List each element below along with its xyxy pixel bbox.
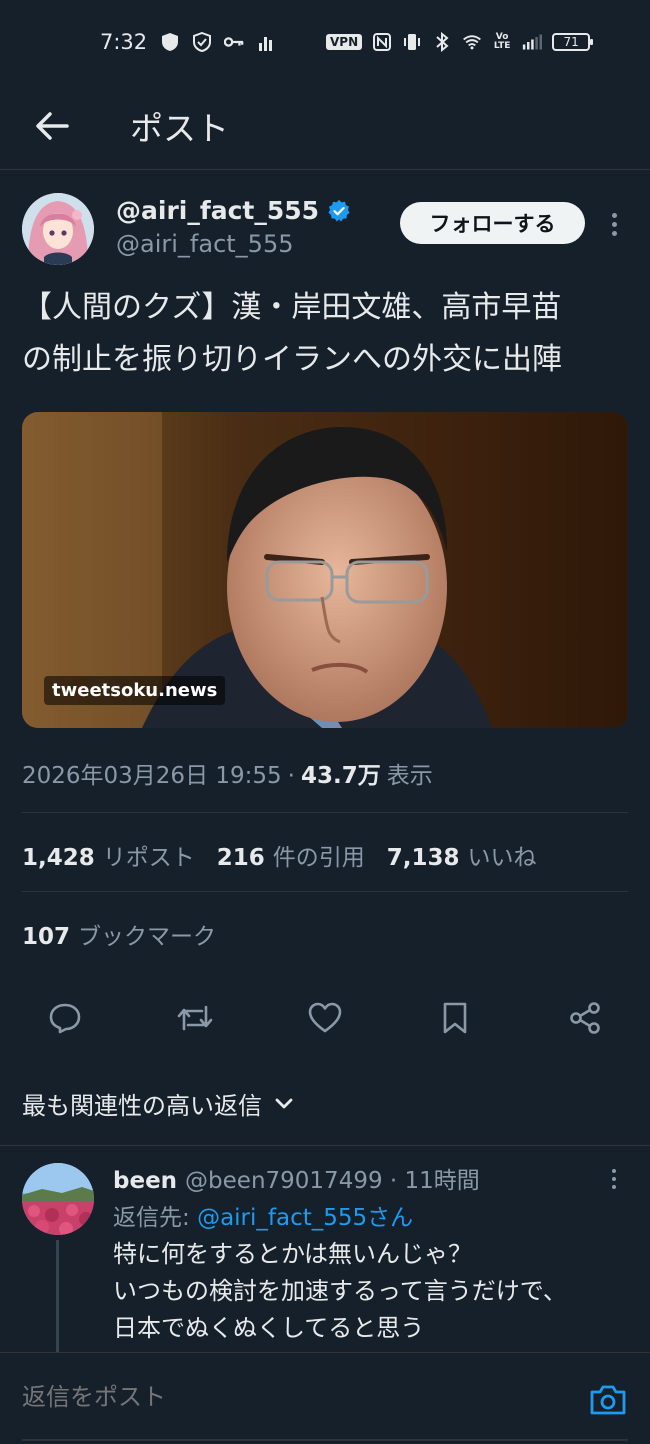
post-text-line-2: の制止を振り切りイランへの外交に出陣 [22,342,562,377]
reply-text-line-1: 特に何をするとかは無いんじゃ？ [113,1240,473,1268]
reply-to-prefix: 返信先: [113,1205,198,1231]
post-text-line-1: 【人間のクズ】漢・岸田文雄、高市早苗 [22,290,562,325]
bookmark-button[interactable] [433,996,477,1040]
post-timestamp-row: 2026年03月26日 19:55 · 43.7万 表示 [22,756,433,790]
reply-header: been @been79017499 · 11時間 [113,1161,480,1195]
status-right-icons: VPN Vo LTE 71 [326,32,594,52]
engagement-stats: 1,428 リポスト 216 件の引用 7,138 いいね [22,838,559,872]
author-display-name[interactable]: @airi_fact_555 [116,196,319,225]
arrow-left-icon [36,112,69,140]
divider [22,812,628,813]
reply-avatar[interactable] [22,1163,94,1235]
bottom-divider [22,1439,628,1441]
repost-button[interactable] [173,996,217,1040]
key-icon [224,32,244,52]
view-count-label: 表示 [386,763,433,789]
like-label[interactable]: いいね [468,838,537,872]
page-title: ポスト [130,109,229,148]
bluetooth-icon [432,32,452,52]
follow-button[interactable]: フォローする [400,202,585,244]
bookmark-stats: 107 ブックマーク [22,917,238,951]
author-handle[interactable]: @airi_fact_555 [116,230,293,258]
reply-text: 特に何をするとかは無いんじゃ？ いつもの検討を加速するって言うだけで、 日本でぬ… [113,1236,633,1347]
camera-icon [590,1385,626,1415]
reply-to-mention[interactable]: @airi_fact_555さん [197,1205,413,1231]
reply-icon [49,1003,81,1034]
repost-icon [177,1005,213,1031]
author-avatar[interactable] [22,193,94,265]
reply-button[interactable] [43,996,87,1040]
like-count[interactable]: 7,138 [387,845,460,871]
reply-handle-time[interactable]: @been79017499 · 11時間 [185,1161,480,1195]
top-header: ポスト [0,90,650,170]
back-button[interactable] [30,104,74,148]
divider [22,891,628,892]
reply-author-name[interactable]: been [113,1168,177,1194]
divider [0,1145,650,1146]
camera-button[interactable] [588,1383,628,1417]
vibrate-icon [402,32,422,52]
author-name-row[interactable]: @airi_fact_555 [116,196,351,225]
data-activity-icon [256,32,276,52]
reply-text-line-2: いつもの検討を加速するって言うだけで、 [113,1277,567,1305]
chevron-down-icon [275,1098,293,1108]
shield-check-icon [192,32,212,52]
wifi-icon [462,32,482,52]
status-time: 7:32 [100,30,148,54]
bookmark-count: 107 [22,924,71,950]
post-date[interactable]: 2026年03月26日 19:55 [22,756,282,790]
media-source-label: tweetsoku.news [44,676,226,705]
more-options-icon[interactable] [600,208,628,240]
reply-sort-label[interactable]: 最も関連性の高い返信 [22,1086,262,1121]
view-count: 43.7万 [300,763,381,789]
bookmark-label: ブックマーク [78,924,217,950]
nfc-icon [372,32,392,52]
reply-input[interactable] [22,1383,522,1411]
thread-connector [56,1240,59,1352]
timestamp-separator: · [287,763,295,789]
like-button[interactable] [303,996,347,1040]
share-button[interactable] [563,996,607,1040]
reply-to-line: 返信先: @airi_fact_555さん [113,1198,413,1232]
vpn-badge: VPN [326,34,363,50]
verified-badge-icon [328,199,350,221]
repost-count[interactable]: 1,428 [22,845,95,871]
reply-more-options-icon[interactable] [600,1166,628,1192]
signal-icon [522,32,543,52]
share-icon [570,1002,600,1034]
shield-icon [160,32,180,52]
action-bar [0,990,650,1046]
reply-text-line-3: 日本でぬくぬくしてると思う [113,1314,425,1342]
status-left-icons [160,32,276,52]
quote-label[interactable]: 件の引用 [273,838,365,872]
reply-sort-dropdown[interactable]: 最も関連性の高い返信 [22,1086,294,1121]
quote-count[interactable]: 216 [217,845,265,871]
post-text: 【人間のクズ】漢・岸田文雄、高市早苗 の制止を振り切りイランへの外交に出陣 [22,282,632,386]
volte-icon: Vo LTE [493,32,511,51]
bookmark-icon [443,1002,467,1034]
reply-compose-bar [0,1352,650,1444]
battery-indicator: 71 [552,33,594,51]
repost-label[interactable]: リポスト [103,838,195,872]
status-bar: 7:32 VPN Vo LTE 71 [0,0,650,90]
heart-icon [308,1002,342,1033]
